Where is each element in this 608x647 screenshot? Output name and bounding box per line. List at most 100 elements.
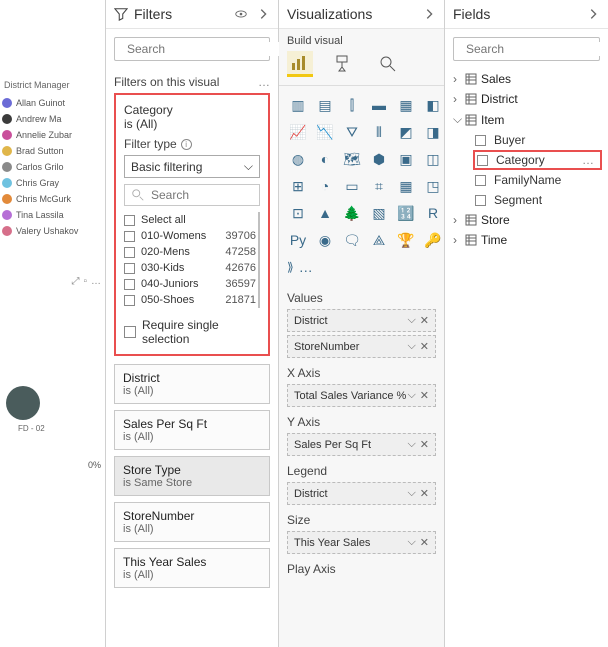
viz-type-icon[interactable]: ◫	[422, 148, 444, 170]
collapse-icon[interactable]	[586, 7, 600, 21]
drill-icon[interactable]: ⤢	[71, 276, 79, 287]
viz-type-icon[interactable]: 📈	[287, 121, 309, 143]
viz-type-icon[interactable]: 🔢	[395, 202, 417, 224]
viz-type-icon[interactable]: ▬	[368, 94, 390, 116]
table-item[interactable]: ›Store	[451, 210, 602, 230]
viz-type-icon[interactable]: ◉	[314, 229, 336, 251]
data-bubble[interactable]	[6, 386, 40, 420]
filter-card[interactable]: StoreNumberis (All)	[114, 502, 270, 542]
collapse-icon[interactable]	[256, 7, 270, 21]
checkbox[interactable]	[124, 279, 135, 290]
field-ellipsis-icon[interactable]: …	[582, 153, 598, 167]
manager-item[interactable]: Andrew Ma	[2, 114, 105, 124]
table-item[interactable]: ›Sales	[451, 69, 602, 89]
viz-type-icon[interactable]: 🗺	[341, 148, 363, 170]
viz-more-icon[interactable]: …	[299, 259, 313, 275]
info-icon[interactable]: i	[181, 139, 192, 150]
checkbox[interactable]	[475, 135, 486, 146]
checkbox[interactable]	[475, 195, 486, 206]
field-well-item[interactable]: Total Sales Variance %⌵✕	[287, 384, 436, 407]
filters-search-input[interactable]	[127, 42, 282, 56]
scatter-chart-visual[interactable]: ⤢ ▫ … FD - 02 0%	[2, 276, 105, 496]
filter-value-item[interactable]: 040-Juniors36597	[124, 276, 256, 292]
format-tab[interactable]	[331, 51, 357, 77]
viz-type-icon[interactable]: R	[422, 202, 444, 224]
remove-icon[interactable]: ✕	[420, 438, 429, 451]
manager-item[interactable]: Chris McGurk	[2, 194, 105, 204]
eye-icon[interactable]	[234, 7, 248, 21]
viz-type-icon[interactable]: ▧	[368, 202, 390, 224]
field-item[interactable]: Segment	[473, 190, 602, 210]
manager-item[interactable]: Tina Lassila	[2, 210, 105, 220]
viz-type-icon[interactable]: ⟫	[287, 260, 294, 274]
field-item[interactable]: Buyer	[473, 130, 602, 150]
checkbox[interactable]	[124, 231, 135, 242]
checkbox[interactable]	[477, 155, 488, 166]
checkbox[interactable]	[475, 175, 486, 186]
manager-item[interactable]: Chris Gray	[2, 178, 105, 188]
checkbox[interactable]	[124, 247, 135, 258]
checkbox[interactable]	[124, 295, 135, 306]
filter-card[interactable]: Store Typeis Same Store	[114, 456, 270, 496]
remove-icon[interactable]: ✕	[420, 314, 429, 327]
chevron-down-icon[interactable]: ⌵	[407, 487, 415, 500]
build-tab[interactable]	[287, 51, 313, 77]
field-well-item[interactable]: StoreNumber⌵✕	[287, 335, 436, 358]
viz-type-icon[interactable]: Py	[287, 229, 309, 251]
viz-type-icon[interactable]: ◍	[287, 148, 309, 170]
viz-type-icon[interactable]: ◧	[422, 94, 444, 116]
remove-icon[interactable]: ✕	[420, 340, 429, 353]
viz-type-icon[interactable]: 🌲	[341, 202, 363, 224]
chevron-down-icon[interactable]: ⌵	[407, 340, 415, 353]
field-well-item[interactable]: District⌵✕	[287, 482, 436, 505]
viz-type-icon[interactable]: ▦	[395, 94, 417, 116]
manager-item[interactable]: Allan Guinot	[2, 98, 105, 108]
viz-type-icon[interactable]: ⛛	[341, 121, 363, 143]
field-well-item[interactable]: District⌵✕	[287, 309, 436, 332]
field-item[interactable]: FamilyName	[473, 170, 602, 190]
filter-card[interactable]: This Year Salesis (All)	[114, 548, 270, 588]
analytics-tab[interactable]	[375, 51, 401, 77]
viz-type-icon[interactable]: ◩	[395, 121, 417, 143]
viz-type-icon[interactable]: 🏆	[395, 229, 417, 251]
chevron-down-icon[interactable]: ⌵	[407, 536, 415, 549]
chevron-down-icon[interactable]: ⌵	[407, 314, 415, 327]
filter-card[interactable]: Sales Per Sq Ftis (All)	[114, 410, 270, 450]
viz-type-icon[interactable]: 📉	[314, 121, 336, 143]
filter-type-select[interactable]: Basic filtering ⌵	[124, 155, 260, 178]
viz-type-icon[interactable]: ⫿	[341, 94, 363, 116]
manager-item[interactable]: Valery Ushakov	[2, 226, 105, 236]
viz-type-icon[interactable]: ⊞	[287, 175, 309, 197]
table-item[interactable]: ›District	[451, 89, 602, 109]
filter-value-item[interactable]: 020-Mens47258	[124, 244, 256, 260]
viz-type-icon[interactable]: ⟁	[368, 229, 390, 251]
filter-value-item[interactable]: 050-Shoes21871	[124, 292, 256, 308]
viz-type-icon[interactable]: ◔	[314, 175, 336, 197]
viz-type-icon[interactable]: ◐	[314, 148, 336, 170]
viz-type-icon[interactable]: 🔑	[422, 229, 444, 251]
manager-item[interactable]: Annelie Zubar	[2, 130, 105, 140]
viz-type-icon[interactable]: 🗨	[341, 229, 363, 251]
filter-value-item[interactable]: 030-Kids42676	[124, 260, 256, 276]
chevron-down-icon[interactable]: ⌵	[407, 389, 415, 402]
remove-icon[interactable]: ✕	[420, 487, 429, 500]
viz-type-icon[interactable]: ▲	[314, 202, 336, 224]
viz-type-icon[interactable]: ▤	[314, 94, 336, 116]
viz-type-icon[interactable]: ⌗	[368, 175, 390, 197]
focus-icon[interactable]: ▫	[83, 276, 87, 287]
checkbox[interactable]	[124, 326, 136, 338]
viz-type-icon[interactable]: ▣	[395, 148, 417, 170]
viz-type-icon[interactable]: ▥	[287, 94, 309, 116]
viz-type-icon[interactable]: ⊡	[287, 202, 309, 224]
section-ellipsis-icon[interactable]: …	[258, 75, 270, 89]
field-well-item[interactable]: Sales Per Sq Ft⌵✕	[287, 433, 436, 456]
filters-search[interactable]	[114, 37, 270, 61]
manager-item[interactable]: Carlos Grilo	[2, 162, 105, 172]
viz-type-icon[interactable]: ▭	[341, 175, 363, 197]
filter-card[interactable]: Districtis (All)	[114, 364, 270, 404]
collapse-icon[interactable]	[422, 7, 436, 21]
checkbox[interactable]	[124, 263, 135, 274]
viz-type-icon[interactable]: ◨	[422, 121, 444, 143]
fields-search-input[interactable]	[466, 42, 608, 56]
checkbox[interactable]	[124, 215, 135, 226]
